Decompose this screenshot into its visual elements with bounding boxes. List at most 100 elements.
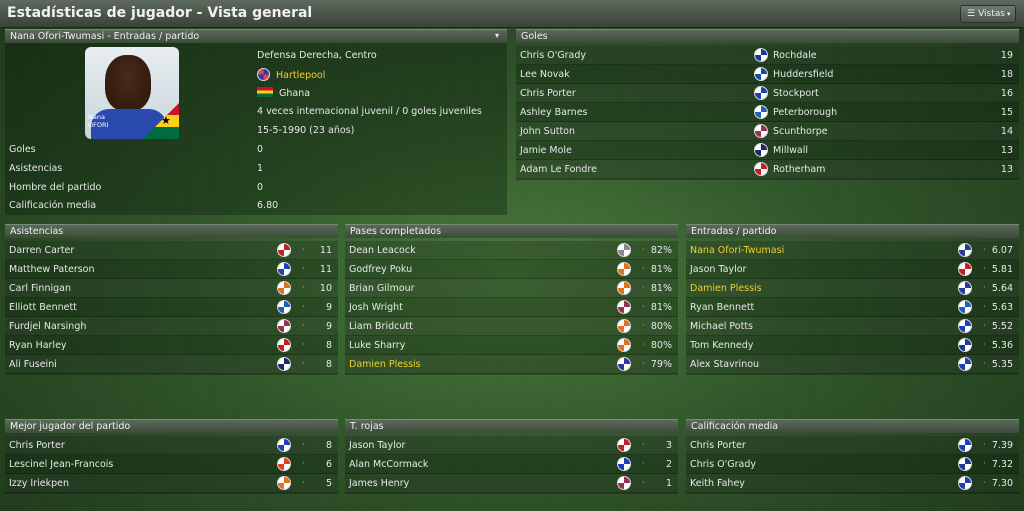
player-name[interactable]: Jamie Mole [520, 145, 572, 156]
player-name[interactable]: Nana Ofori-Twumasi [690, 245, 784, 256]
player-name[interactable]: Darren Carter [9, 245, 74, 256]
player-name[interactable]: Damien Plessis [349, 359, 421, 370]
stat-value: 14 [1000, 126, 1013, 137]
club-badge-icon [617, 243, 631, 257]
player-name[interactable]: Furdjel Narsingh [9, 321, 86, 332]
stat-value: 11 [319, 245, 332, 256]
motm-row[interactable]: Izzy Iriekpen · 5 [5, 474, 338, 493]
assists-row[interactable]: Furdjel Narsingh · 9 [5, 317, 338, 336]
tackles-row[interactable]: Damien Plessis · 5.64 [686, 279, 1019, 298]
views-button[interactable]: ☰ Vistas ▾ [960, 5, 1016, 23]
reds-row[interactable]: Jason Taylor · 3 [345, 436, 678, 455]
player-name[interactable]: Lescinel Jean-Francois [9, 459, 113, 470]
player-name[interactable]: Lee Novak [520, 69, 570, 80]
club-badge-icon [277, 476, 291, 490]
profile-panel-header[interactable]: Nana Ofori-Twumasi - Entradas / partido … [5, 29, 507, 43]
club-name[interactable]: Rotherham [773, 164, 825, 175]
assists-row[interactable]: Darren Carter · 11 [5, 241, 338, 260]
ratings-row[interactable]: Chris Porter · 7.39 [686, 436, 1019, 455]
player-name[interactable]: James Henry [349, 478, 409, 489]
player-name[interactable]: Alex Stavrinou [690, 359, 759, 370]
stat-value: 1 [665, 478, 672, 489]
player-name[interactable]: Jason Taylor [690, 264, 746, 275]
player-name[interactable]: Elliott Bennett [9, 302, 77, 313]
passes-row[interactable]: Josh Wright · 81% [345, 298, 678, 317]
player-nation[interactable]: Ghana [257, 87, 310, 99]
ratings-row[interactable]: Keith Fahey · 7.30 [686, 474, 1019, 493]
player-name[interactable]: Michael Potts [690, 321, 753, 332]
assists-row[interactable]: Carl Finnigan · 10 [5, 279, 338, 298]
goals-row[interactable]: Chris Porter Stockport 16 [516, 84, 1019, 103]
separator-dot: · [302, 245, 305, 254]
separator-dot: · [642, 283, 645, 292]
tackles-row[interactable]: Tom Kennedy · 5.36 [686, 336, 1019, 355]
player-name[interactable]: Matthew Paterson [9, 264, 95, 275]
motm-row[interactable]: Chris Porter · 8 [5, 436, 338, 455]
player-name[interactable]: Ali Fuseini [9, 359, 57, 370]
tackles-row[interactable]: Ryan Bennett · 5.63 [686, 298, 1019, 317]
player-name[interactable]: Izzy Iriekpen [9, 478, 69, 489]
tackles-row[interactable]: Jason Taylor · 5.81 [686, 260, 1019, 279]
goals-row[interactable]: Jamie Mole Millwall 13 [516, 141, 1019, 160]
club-name[interactable]: Stockport [773, 88, 819, 99]
player-name[interactable]: Adam Le Fondre [520, 164, 597, 175]
passes-row[interactable]: Liam Bridcutt · 80% [345, 317, 678, 336]
goals-row[interactable]: Adam Le Fondre Rotherham 13 [516, 160, 1019, 179]
player-name[interactable]: Ryan Bennett [690, 302, 754, 313]
dropdown-icon[interactable]: ▾ [495, 31, 499, 40]
goals-row[interactable]: Lee Novak Huddersfield 18 [516, 65, 1019, 84]
reds-row[interactable]: Alan McCormack · 2 [345, 455, 678, 474]
player-name[interactable]: Brian Gilmour [349, 283, 415, 294]
separator-dot: · [983, 283, 986, 292]
player-name[interactable]: Chris Porter [9, 440, 65, 451]
player-name[interactable]: Josh Wright [349, 302, 403, 313]
player-name[interactable]: Chris Porter [520, 88, 576, 99]
ratings-row[interactable]: Chris O'Grady · 7.32 [686, 455, 1019, 474]
passes-row[interactable]: Dean Leacock · 82% [345, 241, 678, 260]
player-club[interactable]: Hartlepool [257, 68, 325, 81]
separator-dot: · [983, 459, 986, 468]
club-name[interactable]: Scunthorpe [773, 126, 828, 137]
player-name[interactable]: Dean Leacock [349, 245, 416, 256]
assists-row[interactable]: Matthew Paterson · 11 [5, 260, 338, 279]
motm-row[interactable]: Lescinel Jean-Francois · 6 [5, 455, 338, 474]
reds-row[interactable]: James Henry · 1 [345, 474, 678, 493]
player-name[interactable]: Chris Porter [690, 440, 746, 451]
passes-row[interactable]: Damien Plessis · 79% [345, 355, 678, 374]
player-name[interactable]: Chris O'Grady [520, 50, 586, 61]
assists-row[interactable]: Ryan Harley · 8 [5, 336, 338, 355]
club-name[interactable]: Rochdale [773, 50, 817, 61]
player-name[interactable]: Ashley Barnes [520, 107, 588, 118]
assists-row[interactable]: Elliott Bennett · 9 [5, 298, 338, 317]
goals-row[interactable]: Ashley Barnes Peterborough 15 [516, 103, 1019, 122]
chevron-down-icon: ▾ [1006, 10, 1011, 18]
player-name[interactable]: Alan McCormack [349, 459, 428, 470]
player-name[interactable]: Keith Fahey [690, 478, 745, 489]
passes-row[interactable]: Brian Gilmour · 81% [345, 279, 678, 298]
goals-panel-header: Goles [516, 29, 1019, 43]
tackles-row[interactable]: Nana Ofori-Twumasi · 6.07 [686, 241, 1019, 260]
player-name[interactable]: Carl Finnigan [9, 283, 71, 294]
separator-dot: · [642, 321, 645, 330]
player-name[interactable]: Jason Taylor [349, 440, 405, 451]
passes-row[interactable]: Luke Sharry · 80% [345, 336, 678, 355]
tackles-row[interactable]: Michael Potts · 5.52 [686, 317, 1019, 336]
player-name[interactable]: Damien Plessis [690, 283, 762, 294]
club-name[interactable]: Millwall [773, 145, 808, 156]
club-name[interactable]: Huddersfield [773, 69, 833, 80]
club-name[interactable]: Peterborough [773, 107, 837, 118]
player-name[interactable]: Luke Sharry [349, 340, 405, 351]
stat-label-rating: Calificación media [9, 200, 97, 211]
player-name[interactable]: Godfrey Poku [349, 264, 412, 275]
assists-row[interactable]: Ali Fuseini · 8 [5, 355, 338, 374]
player-name[interactable]: Liam Bridcutt [349, 321, 413, 332]
goals-row[interactable]: John Sutton Scunthorpe 14 [516, 122, 1019, 141]
goals-row[interactable]: Chris O'Grady Rochdale 19 [516, 46, 1019, 65]
separator-dot: · [983, 340, 986, 349]
tackles-row[interactable]: Alex Stavrinou · 5.35 [686, 355, 1019, 374]
passes-row[interactable]: Godfrey Poku · 81% [345, 260, 678, 279]
player-name[interactable]: John Sutton [520, 126, 575, 137]
player-name[interactable]: Ryan Harley [9, 340, 67, 351]
player-name[interactable]: Tom Kennedy [690, 340, 753, 351]
player-name[interactable]: Chris O'Grady [690, 459, 756, 470]
